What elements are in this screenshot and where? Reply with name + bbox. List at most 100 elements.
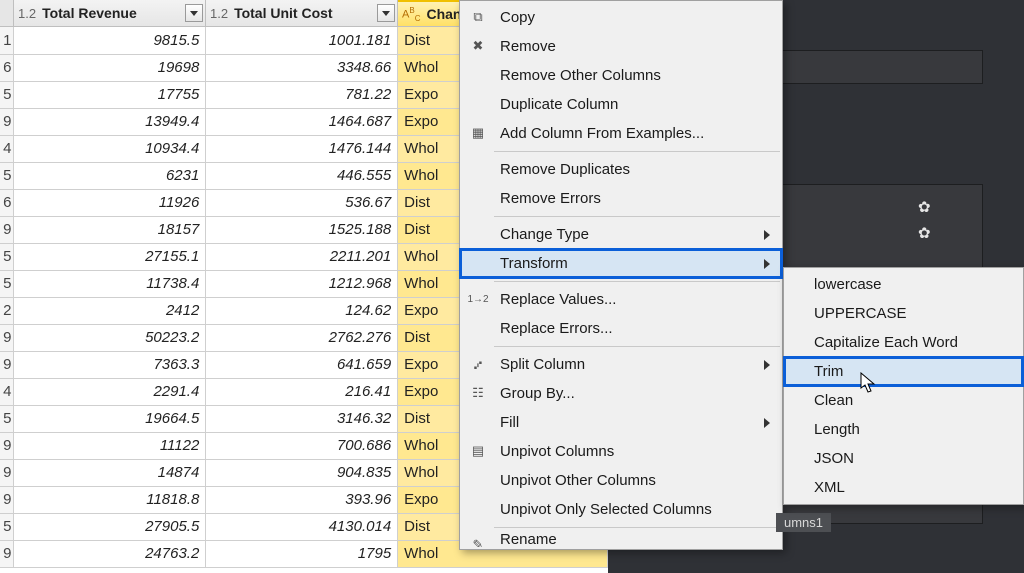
menu-remove[interactable]: ✖Remove (460, 32, 782, 61)
menu-separator (494, 527, 780, 528)
menu-label: Add Column From Examples... (500, 125, 704, 142)
gear-icon[interactable]: ✿ (918, 200, 934, 216)
menu-remove-errors[interactable]: Remove Errors (460, 184, 782, 213)
menu-label: Rename (500, 531, 557, 547)
menu-unpivot-selected-columns[interactable]: Unpivot Only Selected Columns (460, 495, 782, 524)
column-label: Total Revenue (42, 5, 137, 21)
menu-split-column[interactable]: ⑇Split Column (460, 350, 782, 379)
menu-fill[interactable]: Fill (460, 408, 782, 437)
cell-total-revenue[interactable]: 11122 (14, 432, 206, 459)
cell-total-unit-cost[interactable]: 1476.144 (206, 135, 398, 162)
cell-total-unit-cost[interactable]: 2211.201 (206, 243, 398, 270)
transform-submenu: lowercase UPPERCASE Capitalize Each Word… (783, 267, 1024, 505)
unpivot-icon: ▤ (468, 442, 488, 460)
menu-label: Clean (814, 392, 853, 409)
menu-separator (494, 281, 780, 282)
cell-total-revenue[interactable]: 9815.5 (14, 27, 206, 54)
cell-total-unit-cost[interactable]: 536.67 (206, 189, 398, 216)
type-icon: 1.2 (18, 6, 36, 21)
cell-total-revenue[interactable]: 11926 (14, 189, 206, 216)
menu-replace-errors[interactable]: Replace Errors... (460, 314, 782, 343)
row-index-cell: 5 (0, 162, 14, 189)
cell-total-revenue[interactable]: 7363.3 (14, 351, 206, 378)
cell-total-unit-cost[interactable]: 1525.188 (206, 216, 398, 243)
cell-total-unit-cost[interactable]: 781.22 (206, 81, 398, 108)
cell-total-revenue[interactable]: 27155.1 (14, 243, 206, 270)
row-index-cell: 1 (0, 27, 14, 54)
cell-total-revenue[interactable]: 50223.2 (14, 324, 206, 351)
submenu-trim[interactable]: Trim (784, 357, 1023, 386)
cell-total-revenue[interactable]: 19664.5 (14, 405, 206, 432)
cell-total-revenue[interactable]: 11818.8 (14, 486, 206, 513)
copy-icon: ⧉ (468, 8, 488, 26)
cell-total-unit-cost[interactable]: 216.41 (206, 378, 398, 405)
cell-total-unit-cost[interactable]: 393.96 (206, 486, 398, 513)
cell-total-unit-cost[interactable]: 2762.276 (206, 324, 398, 351)
cell-total-unit-cost[interactable]: 1212.968 (206, 270, 398, 297)
menu-transform[interactable]: Transform (460, 249, 782, 278)
cell-total-revenue[interactable]: 13949.4 (14, 108, 206, 135)
menu-remove-duplicates[interactable]: Remove Duplicates (460, 155, 782, 184)
column-header-total-unit-cost[interactable]: 1.2 Total Unit Cost (206, 0, 398, 27)
cell-total-unit-cost[interactable]: 3348.66 (206, 54, 398, 81)
row-index-cell: 9 (0, 459, 14, 486)
gear-icon[interactable]: ✿ (918, 226, 934, 242)
submenu-json[interactable]: JSON (784, 444, 1023, 473)
column-filter-dropdown-icon[interactable] (185, 4, 203, 22)
menu-change-type[interactable]: Change Type (460, 220, 782, 249)
menu-add-column-from-examples[interactable]: ▦ Add Column From Examples... (460, 119, 782, 148)
column-header-total-revenue[interactable]: 1.2 Total Revenue (14, 0, 206, 27)
row-index-cell: 4 (0, 135, 14, 162)
cell-total-unit-cost[interactable]: 1464.687 (206, 108, 398, 135)
menu-label: lowercase (814, 276, 882, 293)
column-label: Total Unit Cost (234, 5, 333, 21)
menu-duplicate-column[interactable]: Duplicate Column (460, 90, 782, 119)
submenu-xml[interactable]: XML (784, 473, 1023, 502)
row-index-cell: 2 (0, 297, 14, 324)
column-filter-dropdown-icon[interactable] (377, 4, 395, 22)
cell-total-revenue[interactable]: 17755 (14, 81, 206, 108)
row-index-cell: 5 (0, 513, 14, 540)
row-index-cell: 9 (0, 216, 14, 243)
menu-group-by[interactable]: ☷Group By... (460, 379, 782, 408)
row-index-cell: 9 (0, 108, 14, 135)
cell-total-revenue[interactable]: 27905.5 (14, 513, 206, 540)
submenu-lowercase[interactable]: lowercase (784, 270, 1023, 299)
cell-total-unit-cost[interactable]: 446.555 (206, 162, 398, 189)
menu-unpivot-other-columns[interactable]: Unpivot Other Columns (460, 466, 782, 495)
submenu-uppercase[interactable]: UPPERCASE (784, 299, 1023, 328)
step-badge[interactable]: umns1 (776, 513, 831, 532)
cell-total-revenue[interactable]: 24763.2 (14, 540, 206, 567)
cell-total-unit-cost[interactable]: 1001.181 (206, 27, 398, 54)
cell-total-revenue[interactable]: 6231 (14, 162, 206, 189)
cell-total-revenue[interactable]: 19698 (14, 54, 206, 81)
menu-label: Replace Errors... (500, 320, 613, 337)
row-index-cell: 9 (0, 486, 14, 513)
submenu-capitalize[interactable]: Capitalize Each Word (784, 328, 1023, 357)
submenu-clean[interactable]: Clean (784, 386, 1023, 415)
cell-total-revenue[interactable]: 18157 (14, 216, 206, 243)
cell-total-revenue[interactable]: 14874 (14, 459, 206, 486)
menu-remove-other-columns[interactable]: Remove Other Columns (460, 61, 782, 90)
cell-total-revenue[interactable]: 2412 (14, 297, 206, 324)
cell-total-unit-cost[interactable]: 904.835 (206, 459, 398, 486)
menu-rename[interactable]: ✎Rename (460, 531, 782, 547)
cell-total-unit-cost[interactable]: 641.659 (206, 351, 398, 378)
menu-replace-values[interactable]: 1→2Replace Values... (460, 285, 782, 314)
menu-label: Group By... (500, 385, 575, 402)
cell-total-revenue[interactable]: 11738.4 (14, 270, 206, 297)
cell-total-unit-cost[interactable]: 1795 (206, 540, 398, 567)
cell-total-revenue[interactable]: 10934.4 (14, 135, 206, 162)
cell-total-unit-cost[interactable]: 4130.014 (206, 513, 398, 540)
menu-label: Remove Other Columns (500, 67, 661, 84)
menu-label: Remove Errors (500, 190, 601, 207)
cell-total-unit-cost[interactable]: 124.62 (206, 297, 398, 324)
cell-total-revenue[interactable]: 2291.4 (14, 378, 206, 405)
menu-unpivot-columns[interactable]: ▤Unpivot Columns (460, 437, 782, 466)
cell-total-unit-cost[interactable]: 700.686 (206, 432, 398, 459)
menu-copy[interactable]: ⧉Copy (460, 3, 782, 32)
submenu-length[interactable]: Length (784, 415, 1023, 444)
add-column-icon: ▦ (468, 124, 488, 142)
cell-total-unit-cost[interactable]: 3146.32 (206, 405, 398, 432)
menu-label: Unpivot Other Columns (500, 472, 656, 489)
